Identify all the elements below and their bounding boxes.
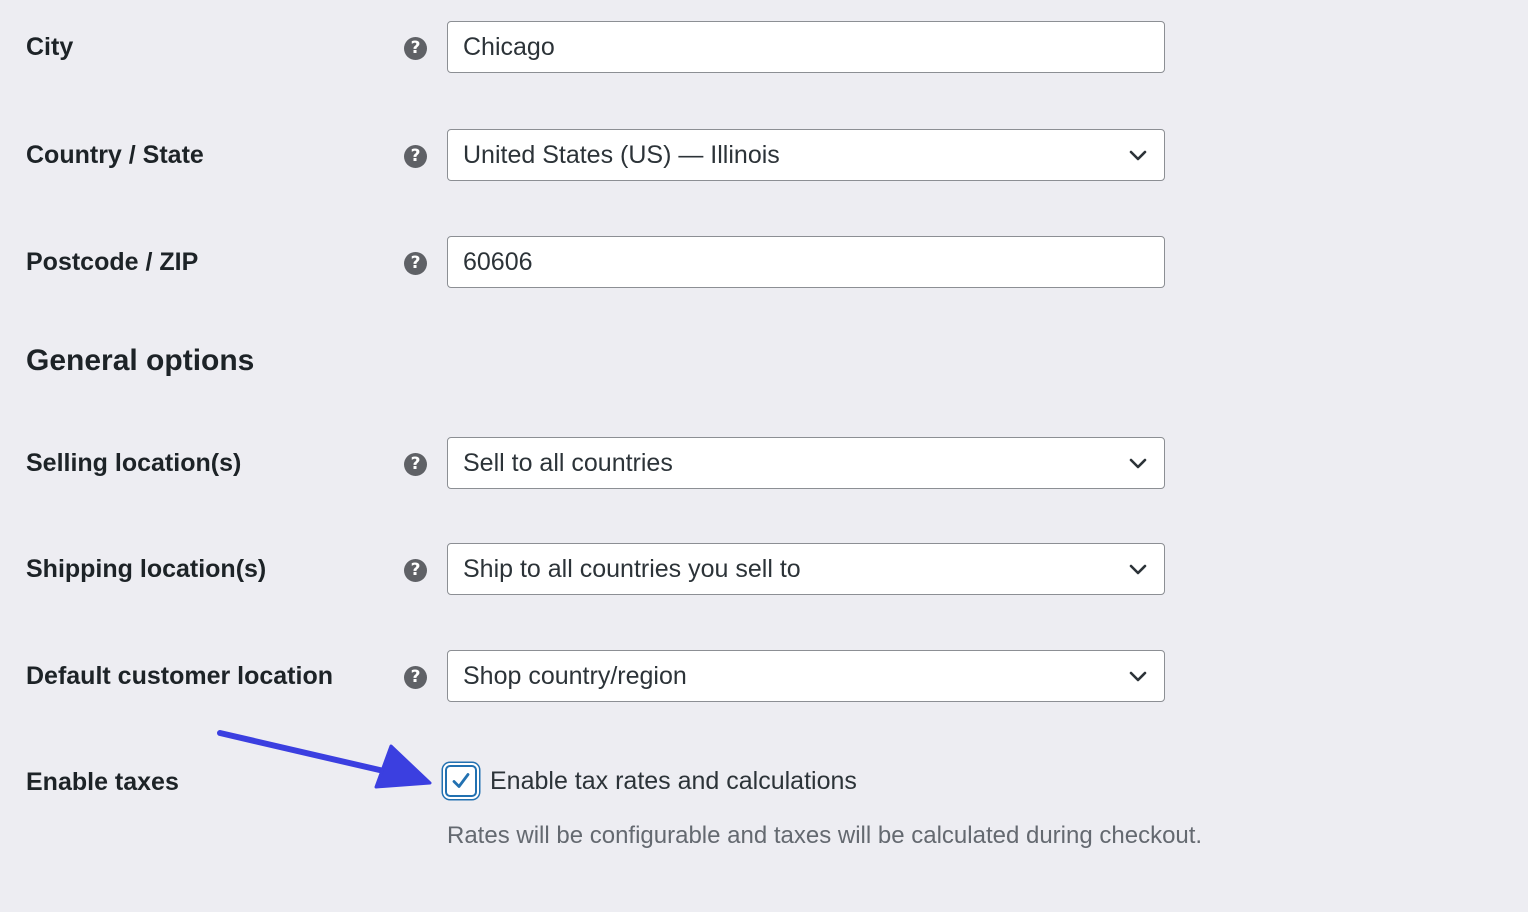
selling-locations-select[interactable]: Sell to all countries xyxy=(447,437,1165,489)
default-customer-location-select[interactable]: Shop country/region xyxy=(447,650,1165,702)
selling-locations-label: Selling location(s) xyxy=(26,449,242,477)
chevron-down-icon xyxy=(1129,564,1147,575)
question-circle-icon[interactable]: ? xyxy=(404,252,427,275)
shipping-locations-select-value: Ship to all countries you sell to xyxy=(463,555,801,583)
enable-taxes-checkbox[interactable] xyxy=(445,765,477,797)
postcode-input-value: 60606 xyxy=(463,248,533,276)
country-state-select-value: United States (US) — Illinois xyxy=(463,141,780,169)
chevron-down-icon xyxy=(1129,671,1147,682)
city-input-value: Chicago xyxy=(463,33,555,61)
country-state-select[interactable]: United States (US) — Illinois xyxy=(447,129,1165,181)
general-options-heading: General options xyxy=(26,344,255,377)
enable-taxes-description: Rates will be configurable and taxes wil… xyxy=(447,822,1203,849)
postcode-label: Postcode / ZIP xyxy=(26,248,199,276)
shipping-locations-label: Shipping location(s) xyxy=(26,555,267,583)
shipping-locations-select[interactable]: Ship to all countries you sell to xyxy=(447,543,1165,595)
default-customer-location-label: Default customer location xyxy=(26,662,333,690)
city-input[interactable]: Chicago xyxy=(447,21,1165,73)
country-state-label: Country / State xyxy=(26,141,204,169)
city-label: City xyxy=(26,33,74,61)
question-circle-icon[interactable]: ? xyxy=(404,559,427,582)
default-customer-location-select-value: Shop country/region xyxy=(463,662,687,690)
selling-locations-select-value: Sell to all countries xyxy=(463,449,673,477)
question-circle-icon[interactable]: ? xyxy=(404,145,427,168)
chevron-down-icon xyxy=(1129,458,1147,469)
postcode-input[interactable]: 60606 xyxy=(447,236,1165,288)
question-circle-icon[interactable]: ? xyxy=(404,453,427,476)
enable-taxes-label: Enable taxes xyxy=(26,768,179,796)
enable-taxes-checkbox-label[interactable]: Enable tax rates and calculations xyxy=(490,767,857,796)
question-circle-icon[interactable]: ? xyxy=(404,666,427,689)
checkmark-icon xyxy=(452,773,470,788)
chevron-down-icon xyxy=(1129,150,1147,161)
question-circle-icon[interactable]: ? xyxy=(404,37,427,60)
